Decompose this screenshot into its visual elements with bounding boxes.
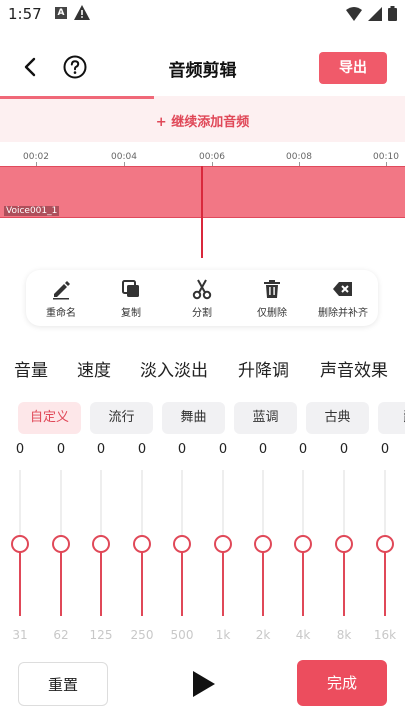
ruler-tick-label: 00:06 (199, 152, 225, 162)
eq-band-frequency: 31 (12, 628, 28, 642)
help-icon (63, 55, 87, 79)
tool-label: 删除并补齐 (318, 308, 368, 319)
chevron-left-icon (24, 57, 36, 77)
eq-band-value: 0 (96, 442, 106, 457)
equalizer: 0 31 0 62 0 125 0 250 0 500 0 1k 0 2k 0 4k 0 8k 0 16k (0, 438, 405, 648)
warning-icon (74, 5, 90, 24)
eq-band-frequency: 250 (130, 628, 154, 642)
eq-slider-knob[interactable] (11, 535, 29, 553)
preset-dance[interactable]: 舞曲 (162, 402, 225, 434)
tab-sound-effects[interactable]: 声音效果 (320, 356, 388, 381)
eq-slider-fill (141, 544, 143, 616)
eq-band-value: 0 (137, 442, 147, 457)
preset-blues[interactable]: 蓝调 (234, 402, 297, 434)
ruler-tick-label: 00:10 (373, 152, 399, 162)
top-progress-indicator (0, 96, 154, 99)
eq-slider-fill (343, 544, 345, 616)
copy-icon (122, 280, 139, 297)
tab-speed[interactable]: 速度 (77, 356, 111, 381)
rename-tool[interactable]: 重命名 (26, 278, 96, 319)
tab-fade[interactable]: 淡入淡出 (140, 356, 208, 381)
back-button[interactable] (18, 54, 44, 80)
help-button[interactable] (62, 54, 88, 80)
preset-jazz[interactable]: 爵 (378, 402, 405, 434)
preset-classical[interactable]: 古典 (306, 402, 369, 434)
eq-slider-fill (302, 544, 304, 616)
delete-and-fill-tool[interactable]: 删除并补齐 (308, 278, 378, 319)
eq-band-frequency: 125 (89, 628, 113, 642)
feature-tabs: 音量 速度 淡入淡出 升降调 声音效果 (0, 352, 405, 382)
eq-slider-fill (384, 544, 386, 616)
eq-band-frequency: 4k (295, 628, 311, 642)
eq-band-frequency: 2k (255, 628, 271, 642)
signal-icon (368, 6, 382, 25)
ruler-tick-label: 00:02 (23, 152, 49, 162)
split-tool[interactable]: 分割 (167, 278, 237, 319)
trash-icon (264, 280, 280, 298)
status-time: 1:57 (8, 5, 42, 23)
reset-button[interactable]: 重置 (18, 662, 108, 706)
eq-band-value: 0 (218, 442, 228, 457)
copy-tool[interactable]: 复制 (96, 278, 166, 319)
export-button[interactable]: 导出 (319, 52, 387, 84)
preset-pop[interactable]: 流行 (90, 402, 153, 434)
eq-band-value: 0 (56, 442, 66, 457)
tool-label: 重命名 (46, 308, 76, 319)
play-button[interactable] (188, 668, 218, 700)
eq-slider-fill (100, 544, 102, 616)
eq-slider-knob[interactable] (335, 535, 353, 553)
eq-slider-fill (262, 544, 264, 616)
eq-presets: 自定义 流行 舞曲 蓝调 古典 爵 (0, 402, 405, 434)
tool-label: 分割 (192, 308, 212, 319)
edit-tools: 重命名 复制 分割 仅删除 删除并补齐 (26, 270, 378, 326)
add-audio-bar: + 继续添加音频 (0, 96, 405, 142)
a-icon: A (55, 7, 67, 19)
scissors-icon (192, 279, 212, 300)
playhead[interactable] (201, 166, 203, 258)
eq-band-value: 0 (339, 442, 349, 457)
eq-band-frequency: 16k (373, 628, 397, 642)
eq-slider-knob[interactable] (133, 535, 151, 553)
status-bar: 1:57 A (0, 0, 405, 28)
add-audio-button[interactable]: + 继续添加音频 (0, 111, 405, 130)
delete-tool[interactable]: 仅删除 (237, 278, 307, 319)
tool-label: 复制 (121, 308, 141, 319)
eq-slider-knob[interactable] (214, 535, 232, 553)
eq-band-frequency: 62 (53, 628, 69, 642)
bottom-bar: 重置 完成 (0, 660, 405, 710)
tool-label: 仅删除 (257, 308, 287, 319)
tab-volume[interactable]: 音量 (14, 356, 48, 381)
eq-slider-knob[interactable] (294, 535, 312, 553)
eq-band-value: 0 (258, 442, 268, 457)
preset-custom[interactable]: 自定义 (18, 402, 81, 434)
eq-slider-fill (19, 544, 21, 616)
ruler-tick-label: 00:04 (111, 152, 137, 162)
eq-slider-fill (222, 544, 224, 616)
eq-slider-knob[interactable] (254, 535, 272, 553)
track-label: Voice001_1 (4, 206, 60, 216)
eq-slider-knob[interactable] (52, 535, 70, 553)
ruler-tick-label: 00:08 (286, 152, 312, 162)
timeline-ruler: 00:02 00:04 00:06 00:08 00:10 (0, 142, 405, 166)
eq-band-value: 0 (380, 442, 390, 457)
wifi-icon (346, 6, 362, 25)
tab-pitch[interactable]: 升降调 (238, 356, 289, 381)
eq-slider-fill (181, 544, 183, 616)
eq-band-value: 0 (298, 442, 308, 457)
backspace-icon (333, 282, 352, 296)
battery-icon (388, 6, 397, 25)
done-button[interactable]: 完成 (297, 660, 387, 706)
eq-band-frequency: 1k (215, 628, 231, 642)
eq-slider-knob[interactable] (173, 535, 191, 553)
pencil-icon (53, 281, 70, 300)
eq-slider-knob[interactable] (376, 535, 394, 553)
eq-band-frequency: 8k (336, 628, 352, 642)
eq-band-value: 0 (177, 442, 187, 457)
header: 音频剪辑 导出 (0, 40, 405, 96)
eq-band-frequency: 500 (170, 628, 194, 642)
eq-slider-knob[interactable] (92, 535, 110, 553)
eq-slider-fill (60, 544, 62, 616)
play-icon (193, 671, 215, 697)
eq-band-value: 0 (15, 442, 25, 457)
